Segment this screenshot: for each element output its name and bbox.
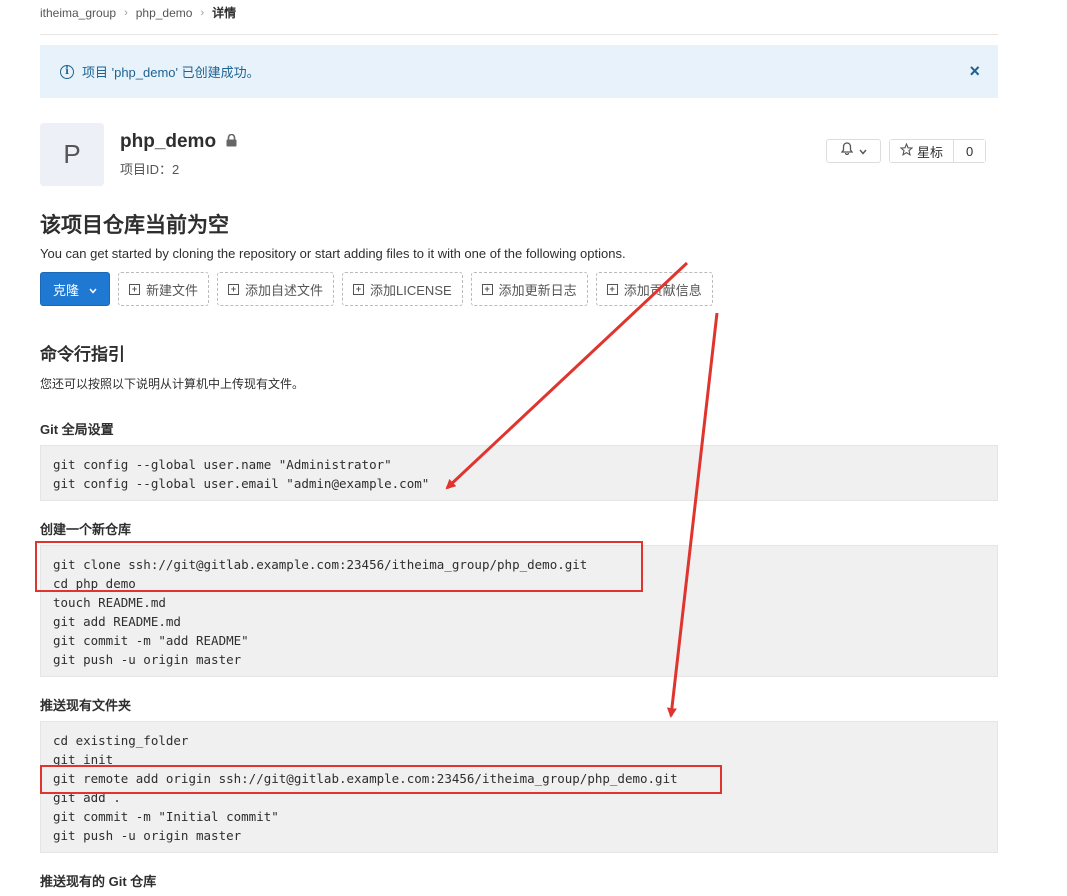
existing-folder-heading: 推送现有文件夹 [40, 698, 132, 713]
clone-button[interactable]: 克隆 [40, 272, 110, 306]
code-line: git push -u origin master [53, 828, 242, 843]
add-license-label: 添加LICENSE [370, 282, 452, 298]
project-id: 项目ID：2 [120, 162, 180, 177]
existing-repo-heading: 推送现有的 Git 仓库 [40, 874, 157, 889]
lock-icon [226, 131, 237, 153]
bell-icon [840, 142, 853, 160]
breadcrumb-current[interactable]: 详情 [212, 4, 236, 21]
code-line: git clone ssh://git@gitlab.example.com:2… [53, 557, 588, 572]
new-repo-code[interactable]: git clone ssh://git@gitlab.example.com:2… [40, 545, 998, 677]
plus-square-icon: + [129, 283, 140, 295]
add-contributing-button[interactable]: + 添加贡献信息 [595, 272, 713, 306]
empty-repo-description: You can get started by cloning the repos… [40, 246, 626, 261]
new-file-button[interactable]: + 新建文件 [118, 272, 210, 306]
info-icon: i [60, 64, 74, 79]
plus-square-icon: + [228, 283, 240, 295]
flash-notice: i 项目 'php_demo' 已创建成功。 × [40, 45, 998, 98]
breadcrumb-project[interactable]: php_demo [136, 6, 193, 20]
chevron-down-icon [89, 282, 97, 297]
star-group: 星标 0 [889, 139, 987, 163]
notification-dropdown[interactable] [826, 139, 881, 163]
divider [40, 34, 998, 35]
plus-square-icon: + [606, 283, 618, 295]
add-readme-label: 添加自述文件 [245, 282, 324, 298]
plus-square-icon: + [353, 283, 365, 295]
code-line: cd existing_folder [53, 733, 189, 748]
action-buttons: 克隆 + 新建文件 + 添加自述文件 + 添加LICENSE + 添加更新日志 … [40, 272, 713, 306]
add-license-button[interactable]: + 添加LICENSE [342, 272, 463, 306]
add-changelog-label: 添加更新日志 [498, 282, 577, 298]
code-line: git commit -m "Initial commit" [53, 809, 279, 824]
project-title: php_demo [120, 131, 237, 153]
code-line: git commit -m "add README" [53, 633, 249, 648]
code-line: touch README.md [53, 595, 166, 610]
code-line: git config --global user.email "admin@ex… [53, 476, 430, 491]
code-line: git config --global user.name "Administr… [53, 457, 392, 472]
chevron-right-icon: › [200, 6, 205, 19]
add-changelog-button[interactable]: + 添加更新日志 [470, 272, 588, 306]
new-repo-heading: 创建一个新仓库 [40, 522, 132, 537]
project-avatar: P [40, 123, 104, 186]
instructions-intro: 您还可以按照以下说明从计算机中上传现有文件。 [40, 377, 305, 391]
code-line: git init [53, 752, 114, 767]
plus-square-icon: + [481, 283, 493, 295]
clone-label: 克隆 [52, 282, 79, 298]
add-contributing-label: 添加贡献信息 [623, 282, 702, 298]
code-line: git push -u origin master [53, 652, 242, 667]
new-file-label: 新建文件 [146, 282, 199, 298]
code-line: git add README.md [53, 614, 181, 629]
global-setup-heading: Git 全局设置 [40, 422, 114, 437]
code-line: git remote add origin ssh://git@gitlab.e… [53, 771, 678, 786]
empty-repo-title: 该项目仓库当前为空 [40, 214, 229, 237]
star-count[interactable]: 0 [954, 140, 986, 162]
flash-message: 项目 'php_demo' 已创建成功。 [82, 65, 260, 80]
close-icon[interactable]: × [969, 61, 980, 81]
code-line: cd php_demo [53, 576, 136, 591]
global-setup-code[interactable]: git config --global user.name "Administr… [40, 445, 998, 501]
code-line: git add . [53, 790, 121, 805]
instructions-title: 命令行指引 [40, 345, 125, 364]
chevron-right-icon: › [124, 6, 128, 19]
breadcrumb-group[interactable]: itheima_group [40, 6, 116, 20]
chevron-down-icon [858, 142, 867, 160]
star-icon [899, 142, 914, 159]
project-name: php_demo [120, 131, 217, 152]
star-button[interactable]: 星标 [890, 140, 955, 162]
breadcrumb: itheima_group › php_demo › 详情 [40, 4, 236, 21]
existing-folder-code[interactable]: cd existing_folder git init git remote a… [40, 721, 998, 853]
star-label: 星标 [917, 144, 944, 160]
add-readme-button[interactable]: + 添加自述文件 [217, 272, 335, 306]
